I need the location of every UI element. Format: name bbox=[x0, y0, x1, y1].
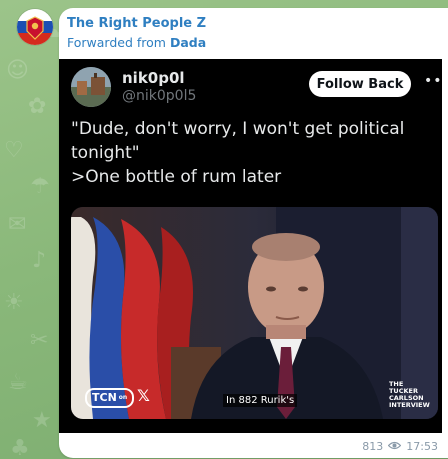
tweet-display-name: nik0p0l bbox=[122, 69, 185, 87]
show-logo: THE TUCKER CARLSON INTERVIEW bbox=[389, 381, 437, 409]
forwarded-prefix: Forwarded from bbox=[67, 35, 166, 50]
more-icon: ••• bbox=[424, 73, 442, 89]
video-caption: In 882 Rurik's bbox=[223, 394, 298, 407]
x-logo-icon: 𝕏 bbox=[137, 386, 150, 405]
forwarded-from[interactable]: Forwarded from Dada bbox=[67, 35, 206, 50]
network-logo-text: TCN bbox=[92, 391, 117, 404]
channel-avatar-icon[interactable] bbox=[17, 9, 53, 45]
tweet-handle: @nik0p0l5 bbox=[122, 88, 197, 104]
show-logo-line: INTERVIEW bbox=[389, 401, 430, 409]
video-thumbnail: TCN on 𝕏 In 882 Rurik's THE TUCKER CARLS… bbox=[71, 207, 438, 419]
forwarded-source[interactable]: Dada bbox=[170, 35, 206, 50]
tweet-line: >One bottle of rum later bbox=[71, 167, 282, 187]
tweet-text: "Dude, don't worry, I won't get politica… bbox=[71, 117, 431, 189]
message-time: 17:53 bbox=[406, 440, 438, 453]
tweet-avatar-icon bbox=[71, 67, 111, 107]
eye-icon bbox=[387, 440, 402, 453]
channel-name[interactable]: The Right People Z bbox=[67, 16, 206, 31]
tweet-line: tonight" bbox=[71, 143, 140, 163]
follow-back-button: Follow Back bbox=[309, 71, 411, 97]
message-meta: 813 17:53 bbox=[362, 440, 438, 453]
network-logo-sub: on bbox=[118, 394, 128, 401]
tweet-screenshot[interactable]: nik0p0l @nik0p0l5 Follow Back ••• "Dude,… bbox=[59, 59, 442, 433]
network-logo: TCN on bbox=[85, 388, 135, 408]
message-bubble[interactable]: The Right People Z Forwarded from Dada n… bbox=[59, 8, 448, 458]
view-count: 813 bbox=[362, 440, 384, 453]
tweet-line: "Dude, don't worry, I won't get politica… bbox=[71, 119, 405, 139]
